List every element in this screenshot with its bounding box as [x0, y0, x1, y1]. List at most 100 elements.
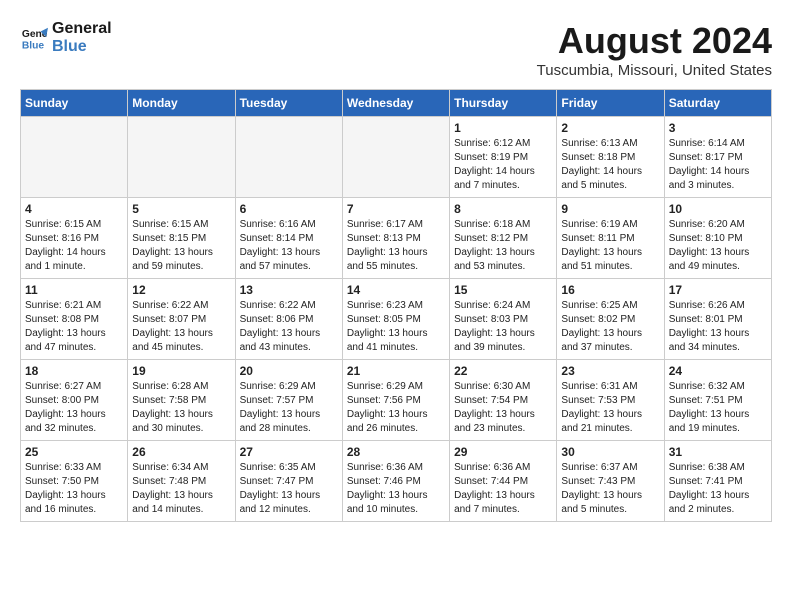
- calendar-cell: 24 Sunrise: 6:32 AM Sunset: 7:51 PM Dayli…: [664, 360, 771, 441]
- day-info: Sunrise: 6:12 AM Sunset: 8:19 PM Dayligh…: [454, 137, 552, 193]
- logo: General Blue General Blue: [20, 20, 112, 55]
- weekday-header-row: SundayMondayTuesdayWednesdayThursdayFrid…: [21, 90, 772, 117]
- day-info: Sunrise: 6:17 AM Sunset: 8:13 PM Dayligh…: [347, 218, 445, 274]
- calendar-cell: 8Sunrise: 6:18 AM Sunset: 8:12 PM Daylig…: [450, 198, 557, 279]
- page-header: General Blue General Blue August 2024 Tu…: [20, 20, 772, 79]
- calendar-cell: 1 Sunrise: 6:12 AM Sunset: 8:19 PM Daylig…: [450, 117, 557, 198]
- month-title: August 2024: [537, 20, 772, 62]
- day-info: Sunrise: 6:21 AM Sunset: 8:08 PM Dayligh…: [25, 299, 123, 355]
- day-info: Sunrise: 6:29 AM Sunset: 7:57 PM Dayligh…: [240, 380, 338, 436]
- title-block: August 2024 Tuscumbia, Missouri, United …: [537, 20, 772, 79]
- day-info: Sunrise: 6:38 AM Sunset: 7:41 PM Dayligh…: [669, 461, 767, 517]
- weekday-header-friday: Friday: [557, 90, 664, 117]
- calendar-cell: 25 Sunrise: 6:33 AM Sunset: 7:50 PM Dayli…: [21, 441, 128, 522]
- day-number: 18: [25, 364, 123, 378]
- day-number: 28: [347, 445, 445, 459]
- day-number: 7: [347, 202, 445, 216]
- calendar-cell: 30Sunrise: 6:37 AM Sunset: 7:43 PM Dayli…: [557, 441, 664, 522]
- logo-text-blue: Blue: [52, 38, 112, 56]
- day-number: 12: [132, 283, 230, 297]
- day-info: Sunrise: 6:31 AM Sunset: 7:53 PM Dayligh…: [561, 380, 659, 436]
- day-info: Sunrise: 6:14 AM Sunset: 8:17 PM Dayligh…: [669, 137, 767, 193]
- calendar-cell: 28 Sunrise: 6:36 AM Sunset: 7:46 PM Dayli…: [342, 441, 449, 522]
- calendar-cell: 3 Sunrise: 6:14 AM Sunset: 8:17 PM Daylig…: [664, 117, 771, 198]
- day-number: 6: [240, 202, 338, 216]
- day-number: 17: [669, 283, 767, 297]
- calendar-table: SundayMondayTuesdayWednesdayThursdayFrid…: [20, 89, 772, 522]
- day-number: 1: [454, 121, 552, 135]
- calendar-cell: 29 Sunrise: 6:36 AM Sunset: 7:44 PM Dayli…: [450, 441, 557, 522]
- day-number: 4: [25, 202, 123, 216]
- calendar-cell: [342, 117, 449, 198]
- weekday-header-tuesday: Tuesday: [235, 90, 342, 117]
- day-number: 14: [347, 283, 445, 297]
- day-info: Sunrise: 6:22 AM Sunset: 8:07 PM Dayligh…: [132, 299, 230, 355]
- day-number: 15: [454, 283, 552, 297]
- location: Tuscumbia, Missouri, United States: [537, 62, 772, 79]
- day-number: 9: [561, 202, 659, 216]
- day-info: Sunrise: 6:29 AM Sunset: 7:56 PM Dayligh…: [347, 380, 445, 436]
- day-info: Sunrise: 6:34 AM Sunset: 7:48 PM Dayligh…: [132, 461, 230, 517]
- calendar-cell: 2 Sunrise: 6:13 AM Sunset: 8:18 PM Daylig…: [557, 117, 664, 198]
- day-info: Sunrise: 6:33 AM Sunset: 7:50 PM Dayligh…: [25, 461, 123, 517]
- calendar-week-row: 25 Sunrise: 6:33 AM Sunset: 7:50 PM Dayli…: [21, 441, 772, 522]
- calendar-cell: 23 Sunrise: 6:31 AM Sunset: 7:53 PM Dayli…: [557, 360, 664, 441]
- day-info: Sunrise: 6:32 AM Sunset: 7:51 PM Dayligh…: [669, 380, 767, 436]
- day-number: 26: [132, 445, 230, 459]
- day-info: Sunrise: 6:13 AM Sunset: 8:18 PM Dayligh…: [561, 137, 659, 193]
- calendar-week-row: 4 Sunrise: 6:15 AM Sunset: 8:16 PM Daylig…: [21, 198, 772, 279]
- day-number: 29: [454, 445, 552, 459]
- day-number: 5: [132, 202, 230, 216]
- calendar-cell: 6Sunrise: 6:16 AM Sunset: 8:14 PM Daylig…: [235, 198, 342, 279]
- weekday-header-saturday: Saturday: [664, 90, 771, 117]
- day-info: Sunrise: 6:20 AM Sunset: 8:10 PM Dayligh…: [669, 218, 767, 274]
- calendar-cell: 27Sunrise: 6:35 AM Sunset: 7:47 PM Dayli…: [235, 441, 342, 522]
- day-number: 11: [25, 283, 123, 297]
- day-info: Sunrise: 6:25 AM Sunset: 8:02 PM Dayligh…: [561, 299, 659, 355]
- calendar-week-row: 11 Sunrise: 6:21 AM Sunset: 8:08 PM Dayli…: [21, 279, 772, 360]
- day-info: Sunrise: 6:22 AM Sunset: 8:06 PM Dayligh…: [240, 299, 338, 355]
- calendar-cell: 17 Sunrise: 6:26 AM Sunset: 8:01 PM Dayli…: [664, 279, 771, 360]
- calendar-cell: 9Sunrise: 6:19 AM Sunset: 8:11 PM Daylig…: [557, 198, 664, 279]
- calendar-week-row: 18 Sunrise: 6:27 AM Sunset: 8:00 PM Dayli…: [21, 360, 772, 441]
- day-number: 23: [561, 364, 659, 378]
- calendar-cell: 7 Sunrise: 6:17 AM Sunset: 8:13 PM Daylig…: [342, 198, 449, 279]
- day-number: 25: [25, 445, 123, 459]
- calendar-cell: 10Sunrise: 6:20 AM Sunset: 8:10 PM Dayli…: [664, 198, 771, 279]
- day-number: 13: [240, 283, 338, 297]
- day-number: 3: [669, 121, 767, 135]
- day-info: Sunrise: 6:23 AM Sunset: 8:05 PM Dayligh…: [347, 299, 445, 355]
- day-number: 16: [561, 283, 659, 297]
- calendar-cell: 13 Sunrise: 6:22 AM Sunset: 8:06 PM Dayli…: [235, 279, 342, 360]
- logo-icon: General Blue: [20, 24, 48, 52]
- day-info: Sunrise: 6:36 AM Sunset: 7:44 PM Dayligh…: [454, 461, 552, 517]
- day-info: Sunrise: 6:18 AM Sunset: 8:12 PM Dayligh…: [454, 218, 552, 274]
- svg-text:Blue: Blue: [22, 40, 45, 51]
- day-info: Sunrise: 6:26 AM Sunset: 8:01 PM Dayligh…: [669, 299, 767, 355]
- day-number: 22: [454, 364, 552, 378]
- weekday-header-thursday: Thursday: [450, 90, 557, 117]
- calendar-cell: 15Sunrise: 6:24 AM Sunset: 8:03 PM Dayli…: [450, 279, 557, 360]
- calendar-cell: 18 Sunrise: 6:27 AM Sunset: 8:00 PM Dayli…: [21, 360, 128, 441]
- day-info: Sunrise: 6:15 AM Sunset: 8:16 PM Dayligh…: [25, 218, 123, 274]
- calendar-cell: 19Sunrise: 6:28 AM Sunset: 7:58 PM Dayli…: [128, 360, 235, 441]
- day-info: Sunrise: 6:37 AM Sunset: 7:43 PM Dayligh…: [561, 461, 659, 517]
- day-number: 2: [561, 121, 659, 135]
- day-info: Sunrise: 6:27 AM Sunset: 8:00 PM Dayligh…: [25, 380, 123, 436]
- calendar-cell: 20Sunrise: 6:29 AM Sunset: 7:57 PM Dayli…: [235, 360, 342, 441]
- day-info: Sunrise: 6:30 AM Sunset: 7:54 PM Dayligh…: [454, 380, 552, 436]
- day-number: 21: [347, 364, 445, 378]
- calendar-cell: 11 Sunrise: 6:21 AM Sunset: 8:08 PM Dayli…: [21, 279, 128, 360]
- day-info: Sunrise: 6:36 AM Sunset: 7:46 PM Dayligh…: [347, 461, 445, 517]
- logo-text-general: General: [52, 20, 112, 38]
- day-info: Sunrise: 6:35 AM Sunset: 7:47 PM Dayligh…: [240, 461, 338, 517]
- calendar-cell: 5Sunrise: 6:15 AM Sunset: 8:15 PM Daylig…: [128, 198, 235, 279]
- day-number: 24: [669, 364, 767, 378]
- calendar-cell: 4 Sunrise: 6:15 AM Sunset: 8:16 PM Daylig…: [21, 198, 128, 279]
- calendar-cell: 22 Sunrise: 6:30 AM Sunset: 7:54 PM Dayli…: [450, 360, 557, 441]
- calendar-cell: 14 Sunrise: 6:23 AM Sunset: 8:05 PM Dayli…: [342, 279, 449, 360]
- day-number: 19: [132, 364, 230, 378]
- calendar-cell: 16 Sunrise: 6:25 AM Sunset: 8:02 PM Dayli…: [557, 279, 664, 360]
- calendar-cell: [235, 117, 342, 198]
- calendar-week-row: 1 Sunrise: 6:12 AM Sunset: 8:19 PM Daylig…: [21, 117, 772, 198]
